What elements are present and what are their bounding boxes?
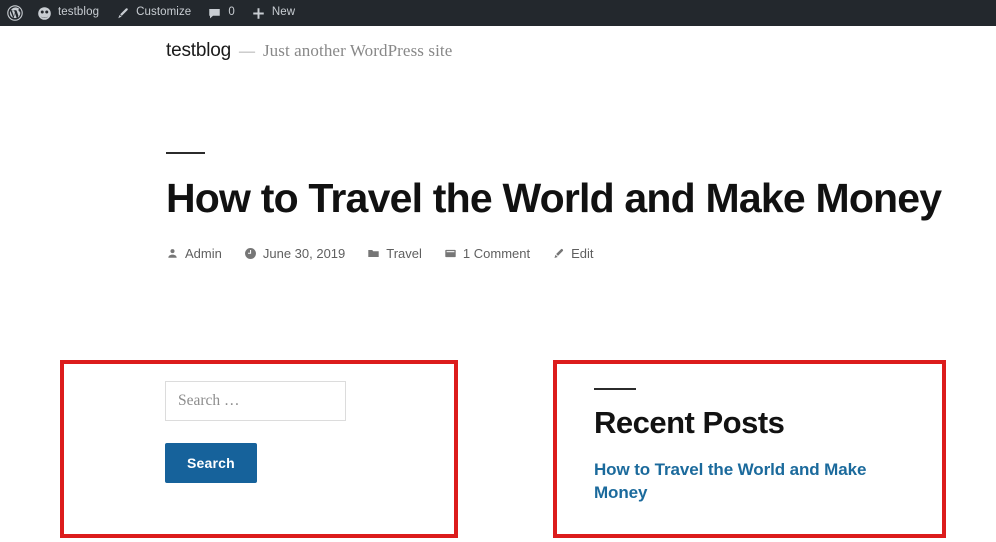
comment-bubble-icon bbox=[207, 6, 222, 21]
post-meta-date-label: June 30, 2019 bbox=[262, 245, 346, 261]
post-meta-edit[interactable]: Edit bbox=[552, 245, 594, 261]
adminbar-site-name-label: testblog bbox=[58, 6, 100, 19]
adminbar-new-label: New bbox=[271, 6, 296, 19]
adminbar-comments-count: 0 bbox=[228, 6, 235, 19]
adminbar-customize[interactable]: Customize bbox=[107, 0, 199, 26]
adminbar-site-name[interactable]: testblog bbox=[29, 0, 107, 26]
post-title: How to Travel the World and Make Money bbox=[166, 175, 942, 221]
paintbrush-icon bbox=[115, 6, 130, 21]
site-description: Just another WordPress site bbox=[262, 41, 453, 60]
adminbar-new[interactable]: New bbox=[243, 0, 303, 26]
post-meta-category-label: Travel bbox=[386, 245, 422, 261]
comment-icon bbox=[444, 247, 457, 260]
post-meta-author-label: Admin bbox=[185, 245, 222, 261]
post-meta-comments[interactable]: 1 Comment bbox=[444, 246, 530, 261]
search-input[interactable] bbox=[165, 381, 346, 421]
list-item: How to Travel the World and Make Money bbox=[594, 458, 924, 505]
post-meta: Admin June 30, 2019 Travel 1 Comment Edi bbox=[166, 246, 926, 261]
folder-icon bbox=[367, 247, 380, 260]
recent-post-link[interactable]: How to Travel the World and Make Money bbox=[594, 458, 924, 505]
site-title[interactable]: testblog bbox=[166, 40, 231, 62]
site-title-separator: — bbox=[238, 43, 255, 60]
post-meta-author[interactable]: Admin bbox=[166, 246, 222, 261]
recent-posts-rule bbox=[594, 388, 636, 390]
site-home-icon bbox=[37, 6, 52, 21]
search-widget: Search bbox=[165, 381, 435, 483]
entry-title-rule bbox=[166, 152, 205, 154]
adminbar-comments[interactable]: 0 bbox=[199, 0, 243, 26]
post-meta-comments-label: 1 Comment bbox=[462, 245, 531, 261]
recent-posts-heading: Recent Posts bbox=[594, 405, 785, 440]
post-meta-edit-label: Edit bbox=[571, 245, 594, 261]
wp-admin-bar: testblog Customize 0 New bbox=[0, 0, 996, 26]
adminbar-customize-label: Customize bbox=[136, 6, 192, 19]
clock-icon bbox=[244, 247, 257, 260]
post-meta-category[interactable]: Travel bbox=[367, 246, 422, 261]
post-entry: How to Travel the World and Make Money A… bbox=[166, 152, 942, 261]
author-person-icon bbox=[166, 247, 179, 260]
pencil-edit-icon bbox=[552, 247, 565, 260]
search-submit-button[interactable]: Search bbox=[165, 443, 257, 483]
recent-posts-widget: Recent Posts How to Travel the World and… bbox=[594, 388, 924, 504]
adminbar-wordpress-logo[interactable] bbox=[0, 0, 29, 26]
site-branding: testblog — Just another WordPress site bbox=[0, 26, 996, 62]
post-meta-date[interactable]: June 30, 2019 bbox=[244, 246, 345, 261]
recent-posts-list: How to Travel the World and Make Money bbox=[594, 458, 924, 505]
wordpress-logo-icon bbox=[7, 5, 23, 21]
plus-icon bbox=[251, 6, 266, 21]
